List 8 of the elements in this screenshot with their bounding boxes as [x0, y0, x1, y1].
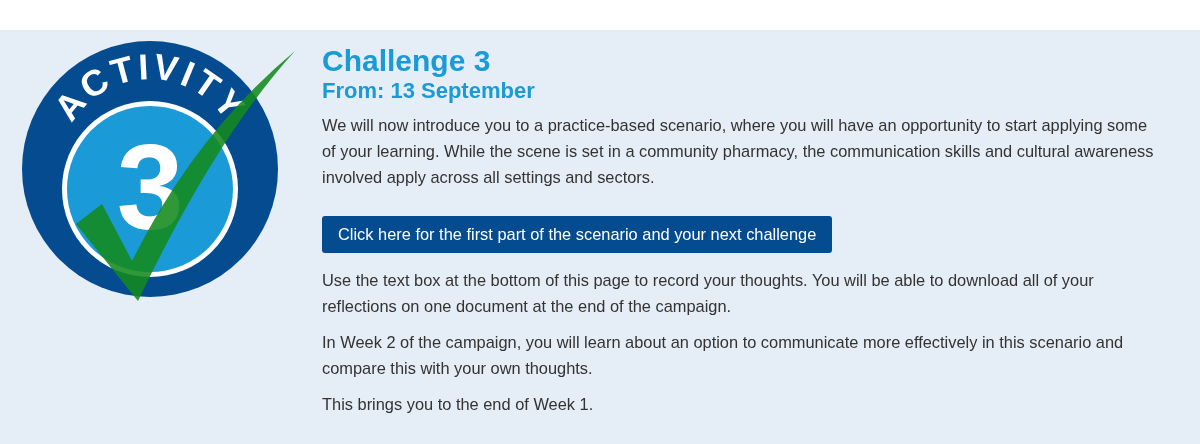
start-date: From: 13 September [322, 78, 536, 104]
intro-paragraph: We will now introduce you to a practice-based scenario, where you will have an opportunity to start applying some of your learning. While the scene is set in a community pharmacy, the communication skills and cultural awareness involved apply across all settings and sectors. [322, 115, 1155, 188]
body-paragraph: Use the text box at the bottom of this page to record your thoughts. You will be able to download all of your reflections on one document at the end of the campaign. [322, 270, 1095, 317]
scenario-button[interactable]: Click here for the first part of the scenario and your next challenge [322, 216, 833, 253]
challenge-title: Challenge 3 [322, 44, 492, 78]
body-paragraph: This brings you to the end of Week 1. [322, 394, 595, 415]
body-paragraph: In Week 2 of the campaign, you will learn about an option to communicate more effectively in this scenario and compare this with your own thoughts. [322, 332, 1125, 379]
badge-number: 3 [116, 120, 184, 254]
